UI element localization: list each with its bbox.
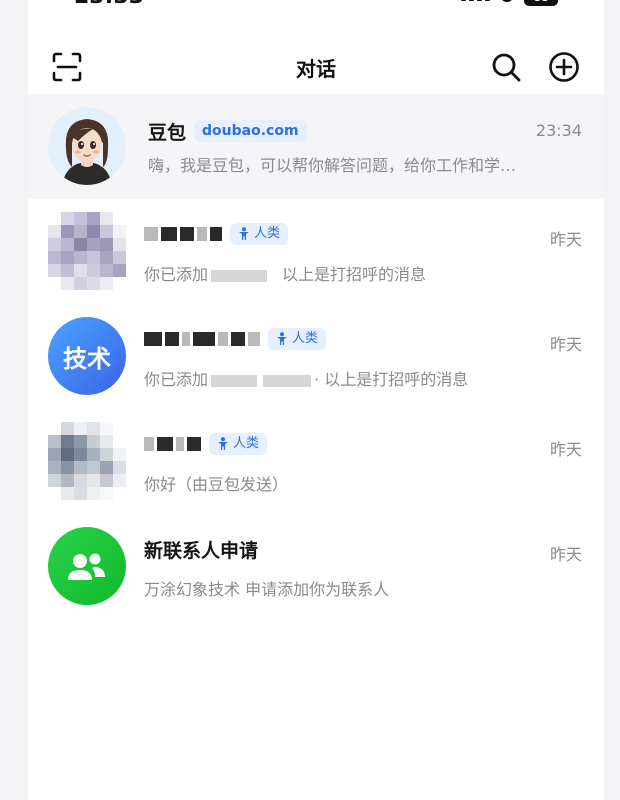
human-badge-label: 人类 [292, 331, 319, 346]
human-icon [239, 227, 249, 240]
redacted-name [144, 434, 201, 454]
redacted-text [211, 269, 268, 282]
message-preview: 嗨，我是豆包，可以帮你解答问题，给你工作和学… [148, 156, 517, 175]
human-icon [218, 437, 228, 450]
human-badge: 人类 [230, 223, 289, 245]
website-badge: doubao.com [194, 120, 307, 142]
status-bar: 23:33 88 [28, 0, 604, 8]
status-icons: 88 [461, 0, 558, 6]
contact-name: 新联系人申请 [144, 539, 259, 562]
chat-list: 豆包 doubao.com 23:34 嗨，我是豆包，可以帮你解答问题，给你工作… [28, 94, 604, 619]
message-preview: 你已添加 以上是打招呼的消息 [144, 261, 426, 285]
message-time: 昨天 [549, 335, 582, 354]
signal-icon [461, 0, 490, 1]
redacted-name [144, 224, 222, 244]
doubao-avatar-icon [48, 107, 126, 185]
contacts-icon [68, 553, 105, 580]
name-row: 人类 [144, 221, 289, 247]
chat-item-new-contact-request[interactable]: 新联系人申请 昨天 万涂幻象技术 申请添加你为联系人 [28, 514, 604, 619]
redacted-name [144, 329, 260, 349]
human-badge: 人类 [209, 433, 268, 455]
avatar [48, 527, 126, 605]
name-row: 豆包 doubao.com [148, 118, 307, 144]
preview-prefix: 你已添加 [144, 370, 209, 389]
redacted-text [263, 374, 312, 387]
human-badge-label: 人类 [233, 436, 260, 451]
blurred-avatar [48, 212, 126, 290]
chat-item-doubao[interactable]: 豆包 doubao.com 23:34 嗨，我是豆包，可以帮你解答问题，给你工作… [28, 94, 604, 199]
mosaic-image [48, 422, 126, 500]
message-time: 昨天 [549, 230, 582, 249]
name-row: 新联系人申请 [144, 536, 258, 562]
preview-suffix: · 以上是打招呼的消息 [314, 370, 469, 389]
message-preview: 你已添加 · 以上是打招呼的消息 [144, 366, 468, 390]
add-icon[interactable] [548, 51, 580, 83]
chat-item-contact[interactable]: 人类 昨天 你已添加 以上是打招呼的消息 [28, 199, 604, 304]
human-icon [277, 332, 287, 345]
human-badge: 人类 [268, 328, 327, 350]
message-time: 昨天 [549, 440, 582, 459]
name-row: 人类 [144, 431, 268, 457]
chat-item-contact[interactable]: 技术 人类 昨天 你已添加 · 以上是打招呼的消息 [28, 304, 604, 409]
preview-prefix: 你已添加 [144, 265, 209, 284]
chat-item-contact[interactable]: 人类 昨天 你好（由豆包发送） [28, 409, 604, 514]
human-badge-label: 人类 [254, 226, 281, 241]
avatar: 技术 [48, 317, 126, 395]
message-time: 昨天 [549, 545, 582, 564]
avatar [48, 107, 126, 185]
chat-screen: 23:33 88 对话 [28, 0, 604, 800]
wifi-icon [500, 0, 514, 2]
mosaic-image [48, 212, 126, 290]
preview-suffix: 以上是打招呼的消息 [282, 265, 427, 284]
redacted-text [211, 374, 258, 387]
battery-icon: 88 [524, 0, 558, 6]
message-preview: 万涂幻象技术 申请添加你为联系人 [144, 580, 390, 599]
name-row: 人类 [144, 326, 327, 352]
search-icon[interactable] [490, 51, 522, 83]
contact-name: 豆包 [148, 121, 187, 144]
message-time: 23:34 [535, 121, 582, 140]
status-time: 23:33 [74, 0, 144, 8]
header: 对话 [28, 40, 604, 94]
message-preview: 你好（由豆包发送） [144, 475, 289, 494]
blurred-avatar [48, 422, 126, 500]
